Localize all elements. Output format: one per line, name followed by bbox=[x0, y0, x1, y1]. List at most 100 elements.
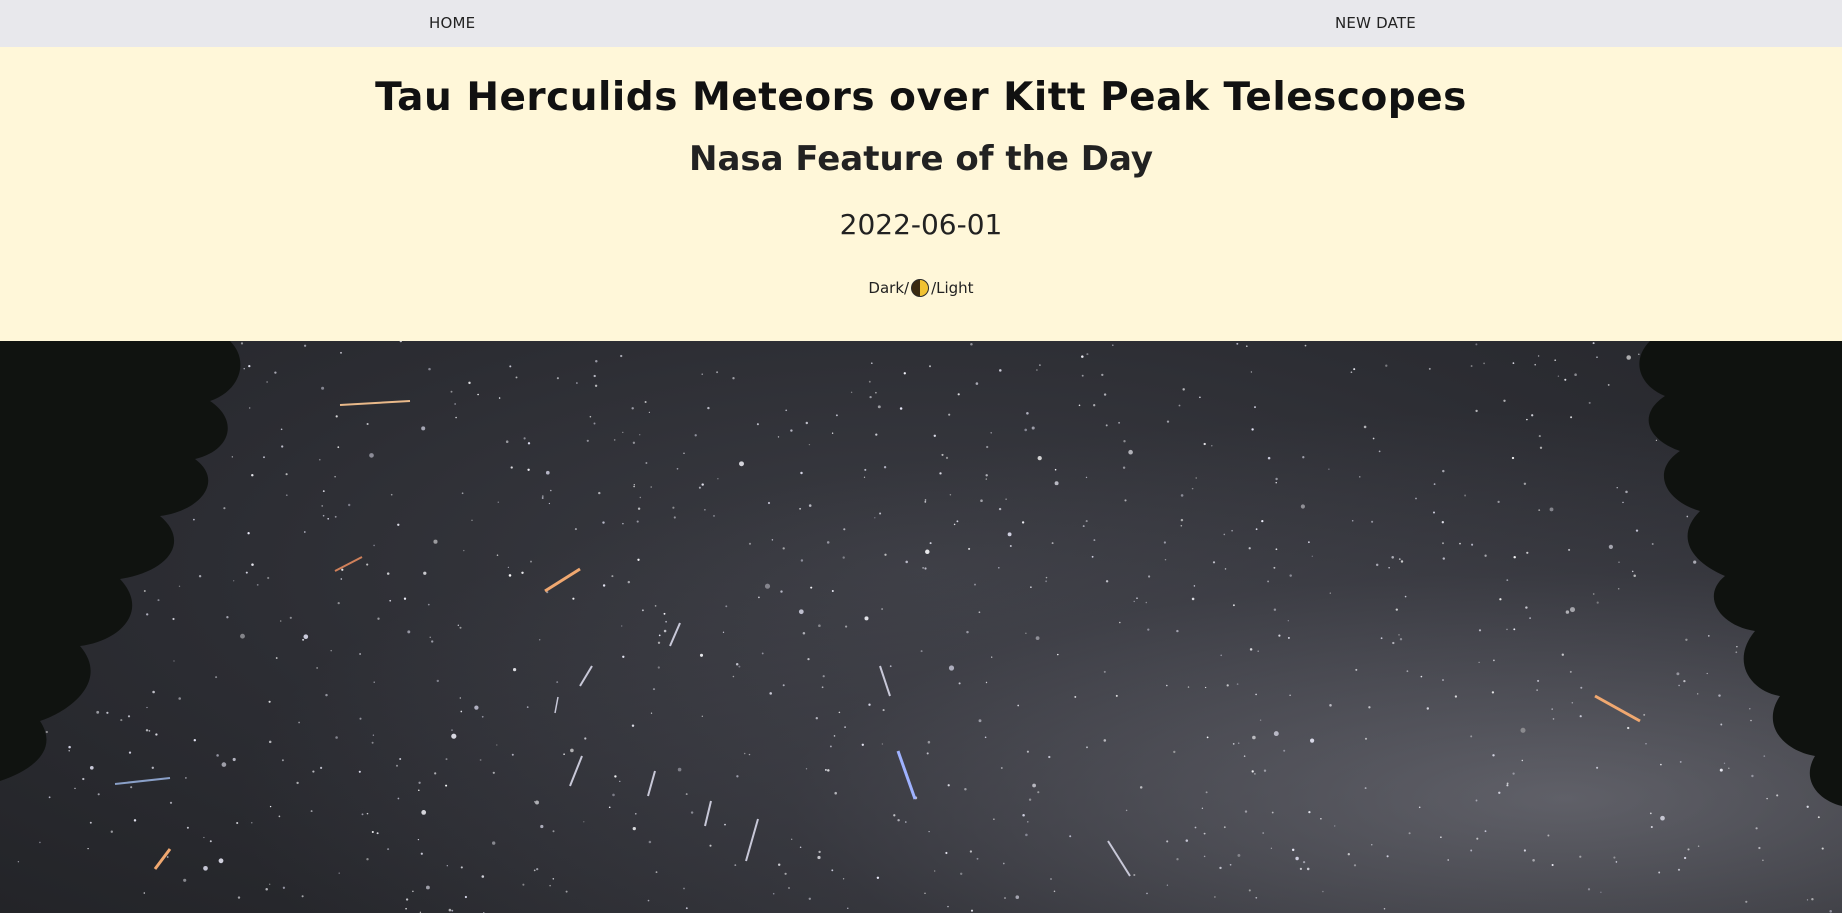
star bbox=[698, 486, 701, 489]
star bbox=[1538, 509, 1541, 511]
star bbox=[1512, 362, 1515, 364]
star bbox=[798, 609, 804, 615]
star bbox=[265, 888, 268, 891]
star bbox=[1762, 859, 1764, 862]
star bbox=[1579, 855, 1582, 858]
star bbox=[1806, 899, 1809, 901]
star bbox=[1388, 567, 1390, 569]
star bbox=[240, 633, 245, 639]
star bbox=[1617, 588, 1620, 590]
star bbox=[223, 507, 226, 510]
star bbox=[863, 476, 866, 478]
star bbox=[1697, 845, 1700, 847]
star bbox=[1499, 598, 1502, 601]
star bbox=[594, 384, 598, 387]
star bbox=[1565, 610, 1570, 614]
star bbox=[251, 563, 254, 566]
night-sky-photo bbox=[0, 341, 1842, 913]
star bbox=[1351, 519, 1354, 522]
star bbox=[964, 788, 967, 791]
star bbox=[627, 580, 631, 584]
star bbox=[457, 624, 459, 626]
star bbox=[701, 483, 704, 486]
star bbox=[1248, 547, 1251, 550]
half-moon-icon[interactable] bbox=[911, 279, 930, 297]
star bbox=[549, 884, 551, 887]
star bbox=[1195, 477, 1197, 479]
star bbox=[335, 415, 338, 418]
star bbox=[366, 422, 369, 426]
star bbox=[1484, 830, 1487, 833]
star bbox=[1404, 595, 1407, 598]
star bbox=[421, 426, 426, 431]
star bbox=[445, 784, 448, 787]
star bbox=[637, 507, 641, 510]
star bbox=[266, 381, 268, 383]
star bbox=[1329, 592, 1331, 594]
star bbox=[1091, 555, 1094, 558]
star bbox=[312, 770, 315, 773]
star bbox=[939, 472, 942, 475]
star bbox=[412, 890, 414, 893]
star bbox=[1470, 735, 1473, 738]
star bbox=[1176, 858, 1179, 861]
star bbox=[1470, 365, 1473, 367]
home-link[interactable]: HOME bbox=[429, 14, 475, 32]
star bbox=[127, 715, 131, 718]
star bbox=[425, 885, 430, 890]
star bbox=[1706, 672, 1708, 675]
star bbox=[1561, 653, 1564, 656]
star bbox=[799, 846, 802, 848]
new-date-link[interactable]: NEW DATE bbox=[1335, 14, 1416, 32]
star bbox=[39, 841, 41, 844]
star bbox=[48, 796, 51, 799]
right-tree-silhouette bbox=[1639, 341, 1842, 806]
star bbox=[1243, 755, 1246, 757]
star bbox=[1299, 867, 1303, 871]
star bbox=[586, 439, 589, 442]
star bbox=[530, 560, 532, 563]
star bbox=[1649, 812, 1652, 815]
star bbox=[1273, 566, 1276, 569]
star bbox=[636, 520, 639, 523]
meteor-streak bbox=[544, 567, 581, 593]
theme-toggle[interactable]: Dark/ /Light bbox=[868, 279, 974, 297]
star bbox=[1442, 542, 1444, 545]
star bbox=[1021, 521, 1025, 524]
star bbox=[1475, 343, 1478, 346]
star bbox=[834, 791, 837, 795]
star bbox=[1678, 684, 1680, 687]
star bbox=[701, 373, 703, 375]
star bbox=[583, 821, 585, 823]
star bbox=[929, 365, 931, 368]
star bbox=[574, 528, 577, 531]
star bbox=[1262, 832, 1265, 834]
star bbox=[563, 753, 565, 756]
star bbox=[436, 679, 440, 683]
star bbox=[1633, 574, 1636, 577]
star bbox=[1718, 694, 1721, 697]
star bbox=[1364, 737, 1368, 740]
star bbox=[1320, 818, 1322, 820]
star bbox=[1459, 542, 1461, 545]
star bbox=[209, 840, 212, 843]
star bbox=[633, 485, 635, 488]
star bbox=[1534, 363, 1536, 366]
star bbox=[1009, 545, 1012, 547]
star bbox=[924, 892, 926, 895]
star bbox=[1024, 428, 1027, 432]
star bbox=[663, 629, 667, 633]
star bbox=[1124, 499, 1127, 502]
star bbox=[842, 878, 845, 880]
star bbox=[1232, 743, 1235, 745]
star bbox=[1004, 897, 1006, 899]
star bbox=[1749, 708, 1751, 710]
star bbox=[1506, 782, 1509, 785]
star bbox=[268, 740, 272, 744]
star bbox=[421, 810, 427, 815]
star bbox=[622, 522, 624, 525]
star bbox=[1093, 404, 1096, 407]
star bbox=[556, 377, 559, 380]
star bbox=[1244, 810, 1248, 813]
star bbox=[1574, 373, 1577, 376]
